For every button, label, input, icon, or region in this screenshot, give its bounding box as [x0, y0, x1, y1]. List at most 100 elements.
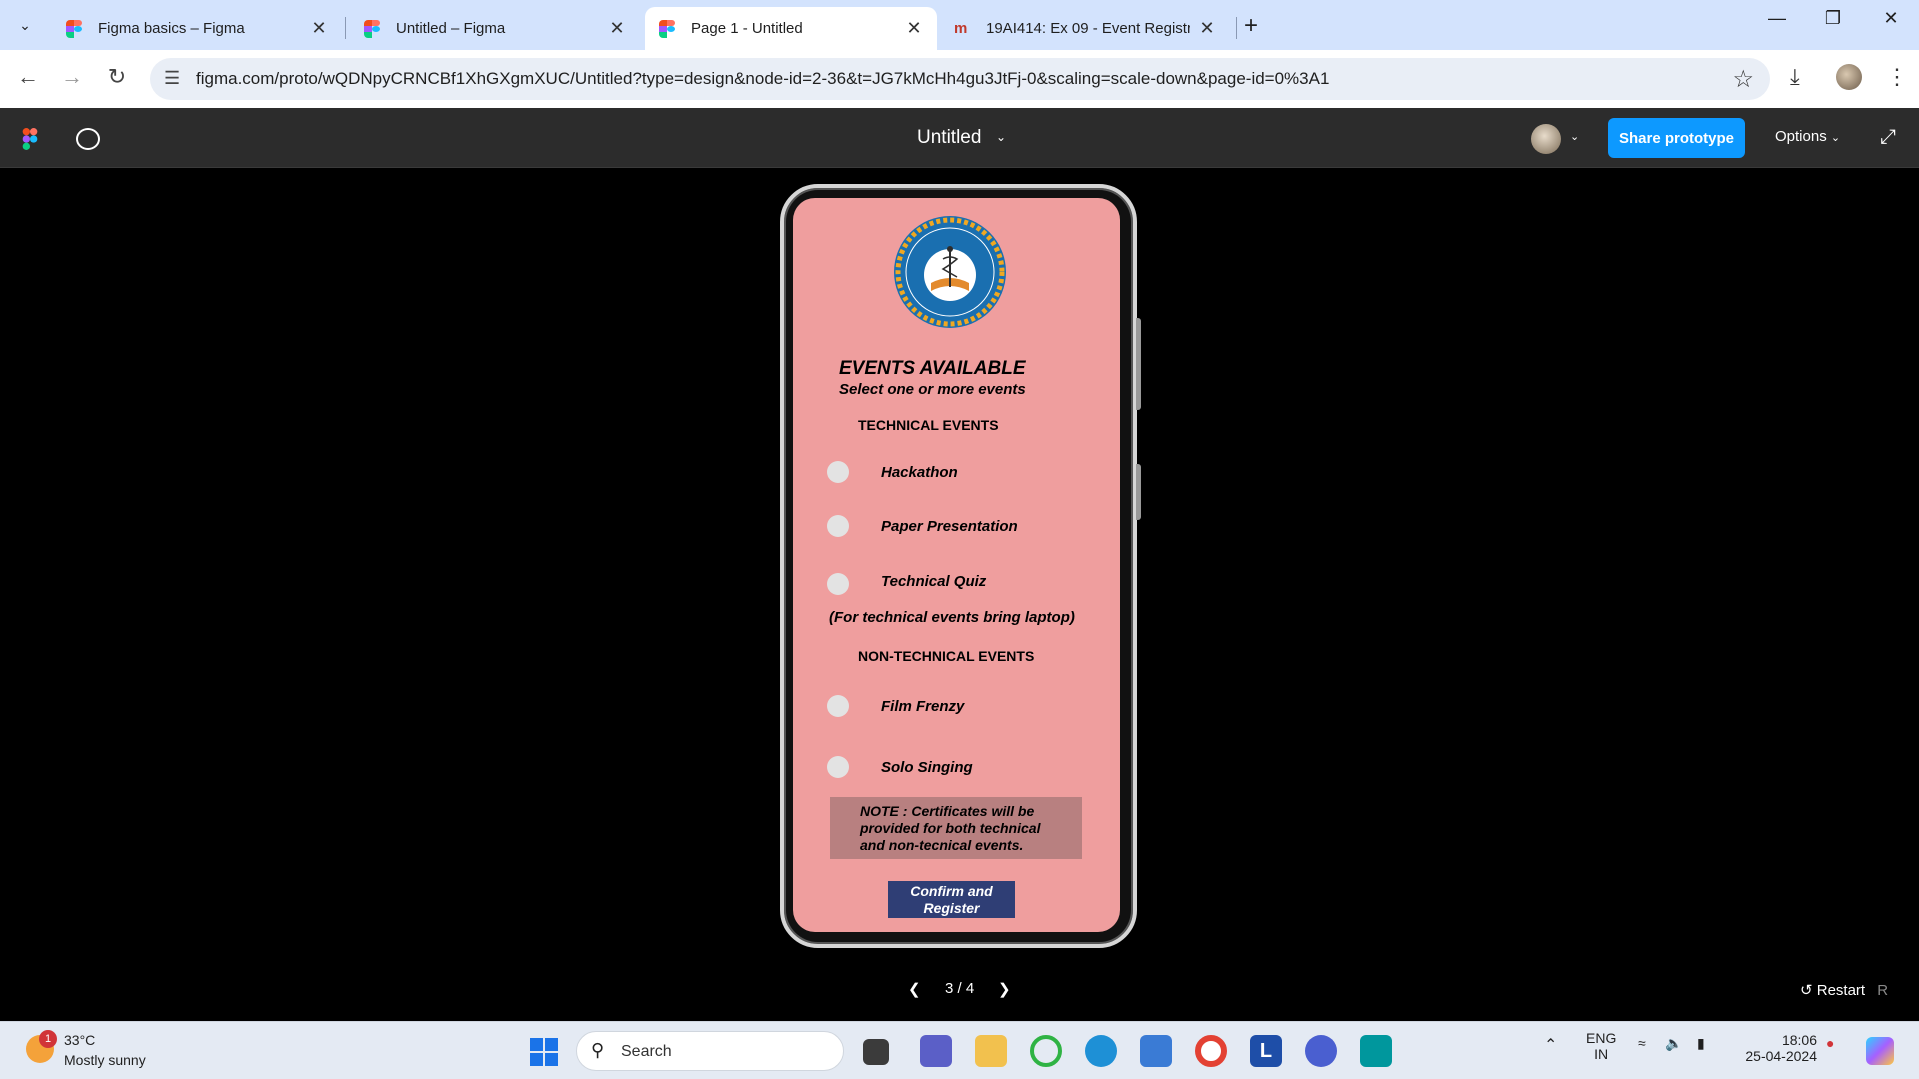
reload-icon[interactable]: ↻ — [102, 64, 132, 90]
battery-icon[interactable]: ▮ — [1697, 1035, 1705, 1052]
language-indicator[interactable]: ENG IN — [1586, 1030, 1616, 1062]
radio-button[interactable] — [827, 756, 849, 778]
button-label-line: Confirm and — [910, 883, 993, 899]
chrome-icon[interactable] — [1195, 1035, 1227, 1067]
tab-page-1-untitled[interactable]: Page 1 - Untitled ✕ — [645, 7, 937, 50]
non-technical-events-heading: NON-TECHNICAL EVENTS — [858, 648, 1035, 664]
radio-button[interactable] — [827, 695, 849, 717]
edge-icon[interactable] — [1085, 1035, 1117, 1067]
restart-shortcut: R — [1877, 982, 1889, 999]
phone-side-button — [1136, 464, 1141, 520]
new-tab-icon[interactable]: + — [1244, 12, 1258, 40]
search-placeholder: Search — [621, 1043, 672, 1060]
figma-logo-icon[interactable] — [22, 128, 38, 150]
note-line: and non-tecnical events. — [860, 837, 1024, 853]
restore-icon[interactable]: ❐ — [1813, 8, 1853, 29]
event-label: Solo Singing — [881, 759, 973, 776]
app-a-icon[interactable] — [1305, 1035, 1337, 1067]
close-tab-icon[interactable]: ✕ — [310, 18, 328, 39]
chevron-down-icon: ⌄ — [1830, 132, 1841, 144]
l-app-icon[interactable]: L — [1250, 1035, 1282, 1067]
teams-icon[interactable] — [920, 1035, 952, 1067]
bookmark-star-icon[interactable]: ☆ — [1732, 65, 1754, 94]
clock[interactable]: 18:06 25-04-2024 — [1735, 1032, 1817, 1064]
forward-icon[interactable]: → — [57, 64, 87, 90]
close-tab-icon[interactable]: ✕ — [608, 18, 626, 39]
tab-untitled-figma[interactable]: Untitled – Figma ✕ — [350, 7, 640, 50]
back-icon[interactable]: ← — [13, 64, 43, 90]
notification-bell-icon[interactable]: ● — [1826, 1035, 1834, 1051]
time: 18:06 — [1781, 1032, 1817, 1048]
share-prototype-button[interactable]: Share prototype — [1608, 118, 1745, 158]
figma-favicon-icon — [364, 19, 382, 38]
tab-title: Figma basics – Figma — [98, 20, 245, 37]
radio-button[interactable] — [827, 515, 849, 537]
confirm-register-button[interactable]: Confirm and Register — [888, 881, 1015, 918]
arduino-icon[interactable] — [1360, 1035, 1392, 1067]
next-frame-icon[interactable]: ❯ — [998, 980, 1011, 998]
university-seal-logo — [894, 216, 1006, 328]
copilot-icon[interactable] — [1866, 1037, 1894, 1065]
fullscreen-icon[interactable]: ⤢ — [1880, 126, 1896, 149]
event-option-paper-presentation[interactable]: Paper Presentation — [827, 515, 1097, 539]
figma-favicon-icon — [66, 19, 84, 38]
event-option-technical-quiz[interactable]: Technical Quiz — [827, 573, 1097, 597]
tab-title: Untitled – Figma — [396, 20, 506, 37]
figma-toolbar: Untitled ⌄ ⌄ Share prototype Options ⌄ ⤢ — [0, 108, 1919, 168]
url-text[interactable]: figma.com/proto/wQDNpyCRNCBf1XhGXgmXUC/U… — [196, 69, 1329, 89]
event-option-film-frenzy[interactable]: Film Frenzy — [827, 695, 1097, 719]
tab-title: Page 1 - Untitled — [691, 20, 803, 37]
comment-icon[interactable] — [76, 128, 100, 150]
radio-button[interactable] — [827, 461, 849, 483]
file-title[interactable]: Untitled — [917, 127, 981, 149]
tab-search-chevron-icon[interactable]: ⌄ — [11, 11, 39, 39]
download-icon[interactable]: ⤓ — [1790, 64, 1800, 90]
user-avatar[interactable] — [1531, 124, 1561, 154]
windows-start-icon[interactable] — [530, 1038, 558, 1066]
restart-label: Restart — [1816, 982, 1866, 999]
file-explorer-icon[interactable] — [975, 1035, 1007, 1067]
app-ring-icon[interactable] — [1030, 1035, 1062, 1067]
search-icon: ⚲ — [591, 1040, 605, 1060]
previous-frame-icon[interactable]: ❮ — [908, 980, 921, 998]
options-menu[interactable]: Options ⌄ — [1775, 128, 1840, 145]
technical-events-heading: TECHNICAL EVENTS — [858, 417, 999, 433]
event-option-solo-singing[interactable]: Solo Singing — [827, 756, 1097, 780]
restart-button[interactable]: ↺ Restart R — [1800, 981, 1888, 999]
wifi-icon[interactable]: ≈ — [1638, 1035, 1646, 1051]
tab-event-registration[interactable]: m 19AI414: Ex 09 - Event Registrat ✕ — [940, 7, 1230, 50]
site-info-icon[interactable]: ☰ — [164, 68, 180, 89]
task-view-icon[interactable] — [863, 1039, 889, 1065]
weather-badge: 1 — [39, 1030, 57, 1048]
address-bar: ← → ↻ ☰ figma.com/proto/wQDNpyCRNCBf1XhG… — [0, 50, 1919, 108]
profile-avatar[interactable] — [1836, 64, 1862, 90]
close-window-icon[interactable]: ✕ — [1871, 8, 1911, 29]
close-tab-icon[interactable]: ✕ — [1198, 18, 1216, 39]
weather-condition[interactable]: Mostly sunny — [64, 1052, 146, 1068]
events-subtitle: Select one or more events — [839, 381, 1026, 398]
taskbar-search[interactable]: ⚲ Search — [576, 1031, 844, 1071]
chevron-up-icon[interactable]: ⌃ — [1544, 1035, 1557, 1055]
event-option-hackathon[interactable]: Hackathon — [827, 461, 1097, 485]
note-line: NOTE : Certificates will be — [860, 803, 1035, 819]
store-icon[interactable] — [1140, 1035, 1172, 1067]
tab-figma-basics[interactable]: Figma basics – Figma ✕ — [52, 7, 342, 50]
minimize-icon[interactable]: — — [1757, 8, 1797, 29]
button-label-line: Register — [923, 900, 980, 916]
close-tab-icon[interactable]: ✕ — [905, 18, 923, 39]
radio-button[interactable] — [827, 573, 849, 595]
temperature[interactable]: 33°C — [64, 1032, 95, 1048]
certificate-note: NOTE : Certificates will be provided for… — [830, 797, 1082, 859]
figma-favicon-icon — [659, 19, 677, 38]
windows-taskbar: 1 33°C Mostly sunny ⚲ Search L ⌃ ENG IN … — [0, 1021, 1919, 1079]
note-line: provided for both technical — [860, 820, 1041, 836]
lang-bottom: IN — [1594, 1046, 1609, 1062]
chevron-down-icon[interactable]: ⌄ — [1570, 130, 1579, 143]
laptop-note: (For technical events bring laptop) — [829, 609, 1075, 626]
omnibox[interactable]: ☰ figma.com/proto/wQDNpyCRNCBf1XhGXgmXUC… — [150, 58, 1770, 100]
date: 25-04-2024 — [1745, 1048, 1817, 1064]
menu-kebab-icon[interactable]: ⋮ — [1886, 64, 1908, 90]
speaker-muted-icon[interactable]: 🔈 — [1665, 1035, 1682, 1052]
event-label: Technical Quiz — [881, 573, 987, 590]
chevron-down-icon[interactable]: ⌄ — [996, 130, 1006, 144]
